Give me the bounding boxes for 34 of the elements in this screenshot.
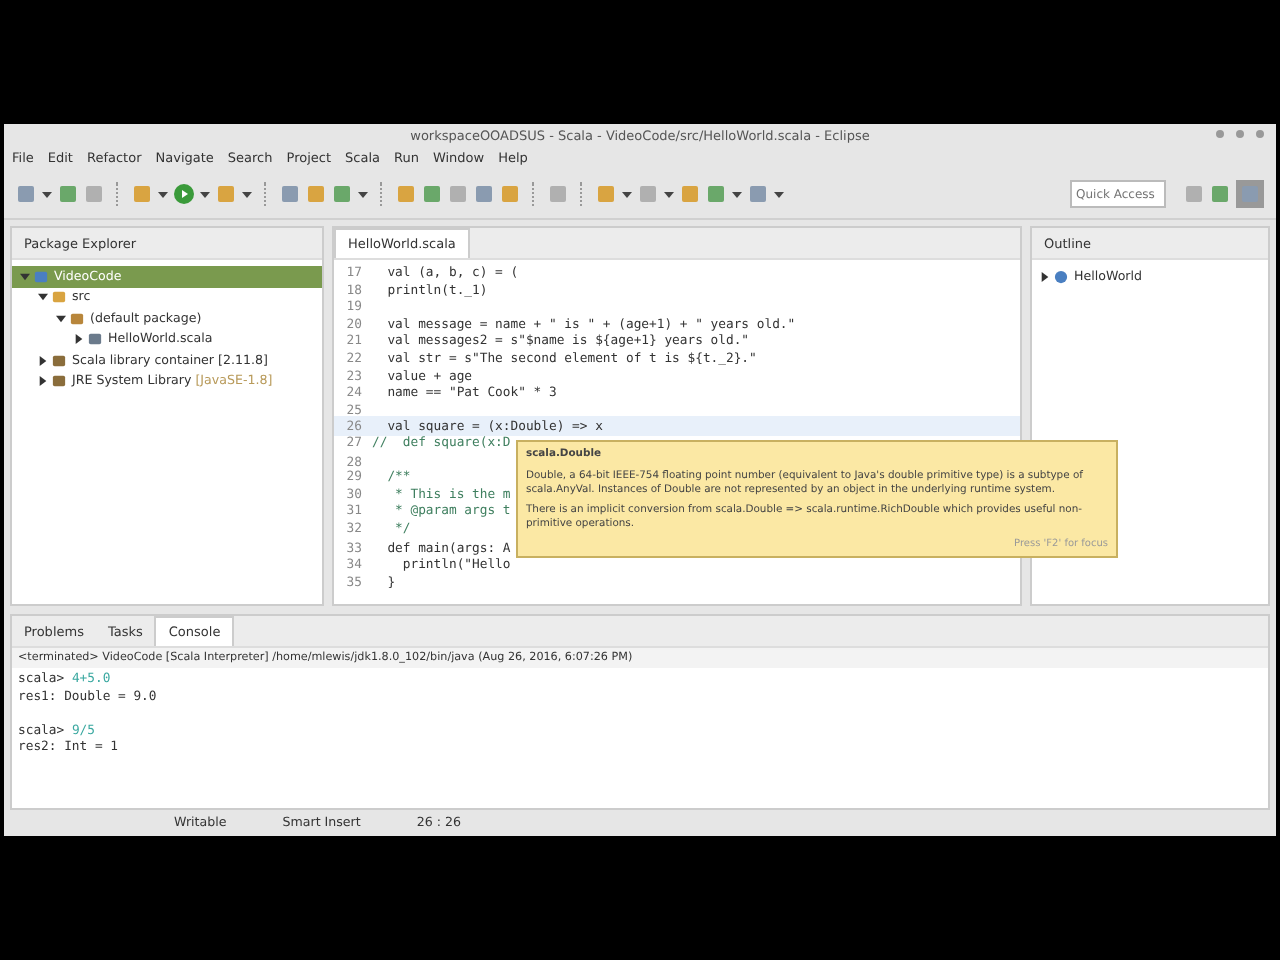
object-icon — [1054, 269, 1068, 284]
expanded-arrow-icon[interactable] — [38, 292, 48, 303]
caret-icon[interactable] — [42, 191, 52, 197]
tree-node-icon — [34, 269, 48, 284]
caret-icon[interactable] — [200, 191, 210, 197]
tree-node-icon — [88, 332, 102, 347]
collapsed-arrow-icon[interactable] — [1040, 271, 1050, 282]
tree-node-icon — [52, 374, 66, 389]
square-icon[interactable] — [306, 184, 326, 204]
caret-icon[interactable] — [358, 191, 368, 197]
collapsed-arrow-icon[interactable] — [38, 376, 48, 387]
square-icon[interactable] — [474, 184, 494, 204]
square-icon[interactable] — [1210, 184, 1230, 204]
square-icon[interactable] — [1184, 184, 1204, 204]
tree-node-icon — [52, 290, 66, 305]
square-icon[interactable] — [280, 184, 300, 204]
caret-icon[interactable] — [242, 191, 252, 197]
tree-node-icon — [52, 353, 66, 368]
caret-icon[interactable] — [774, 191, 784, 197]
square-icon[interactable] — [448, 184, 468, 204]
square-icon[interactable] — [84, 184, 104, 204]
collapsed-arrow-icon[interactable] — [74, 334, 84, 345]
caret-icon[interactable] — [622, 191, 632, 197]
square-icon[interactable] — [422, 184, 442, 204]
square-icon[interactable] — [500, 184, 520, 204]
square-icon[interactable] — [548, 184, 568, 204]
collapsed-arrow-icon[interactable] — [38, 355, 48, 366]
tree-node-icon — [70, 311, 84, 326]
square-icon[interactable] — [396, 184, 416, 204]
caret-icon[interactable] — [158, 191, 168, 197]
caret-icon[interactable] — [664, 191, 674, 197]
expanded-arrow-icon[interactable] — [56, 313, 66, 324]
play-icon[interactable] — [174, 184, 194, 204]
caret-icon[interactable] — [732, 191, 742, 197]
